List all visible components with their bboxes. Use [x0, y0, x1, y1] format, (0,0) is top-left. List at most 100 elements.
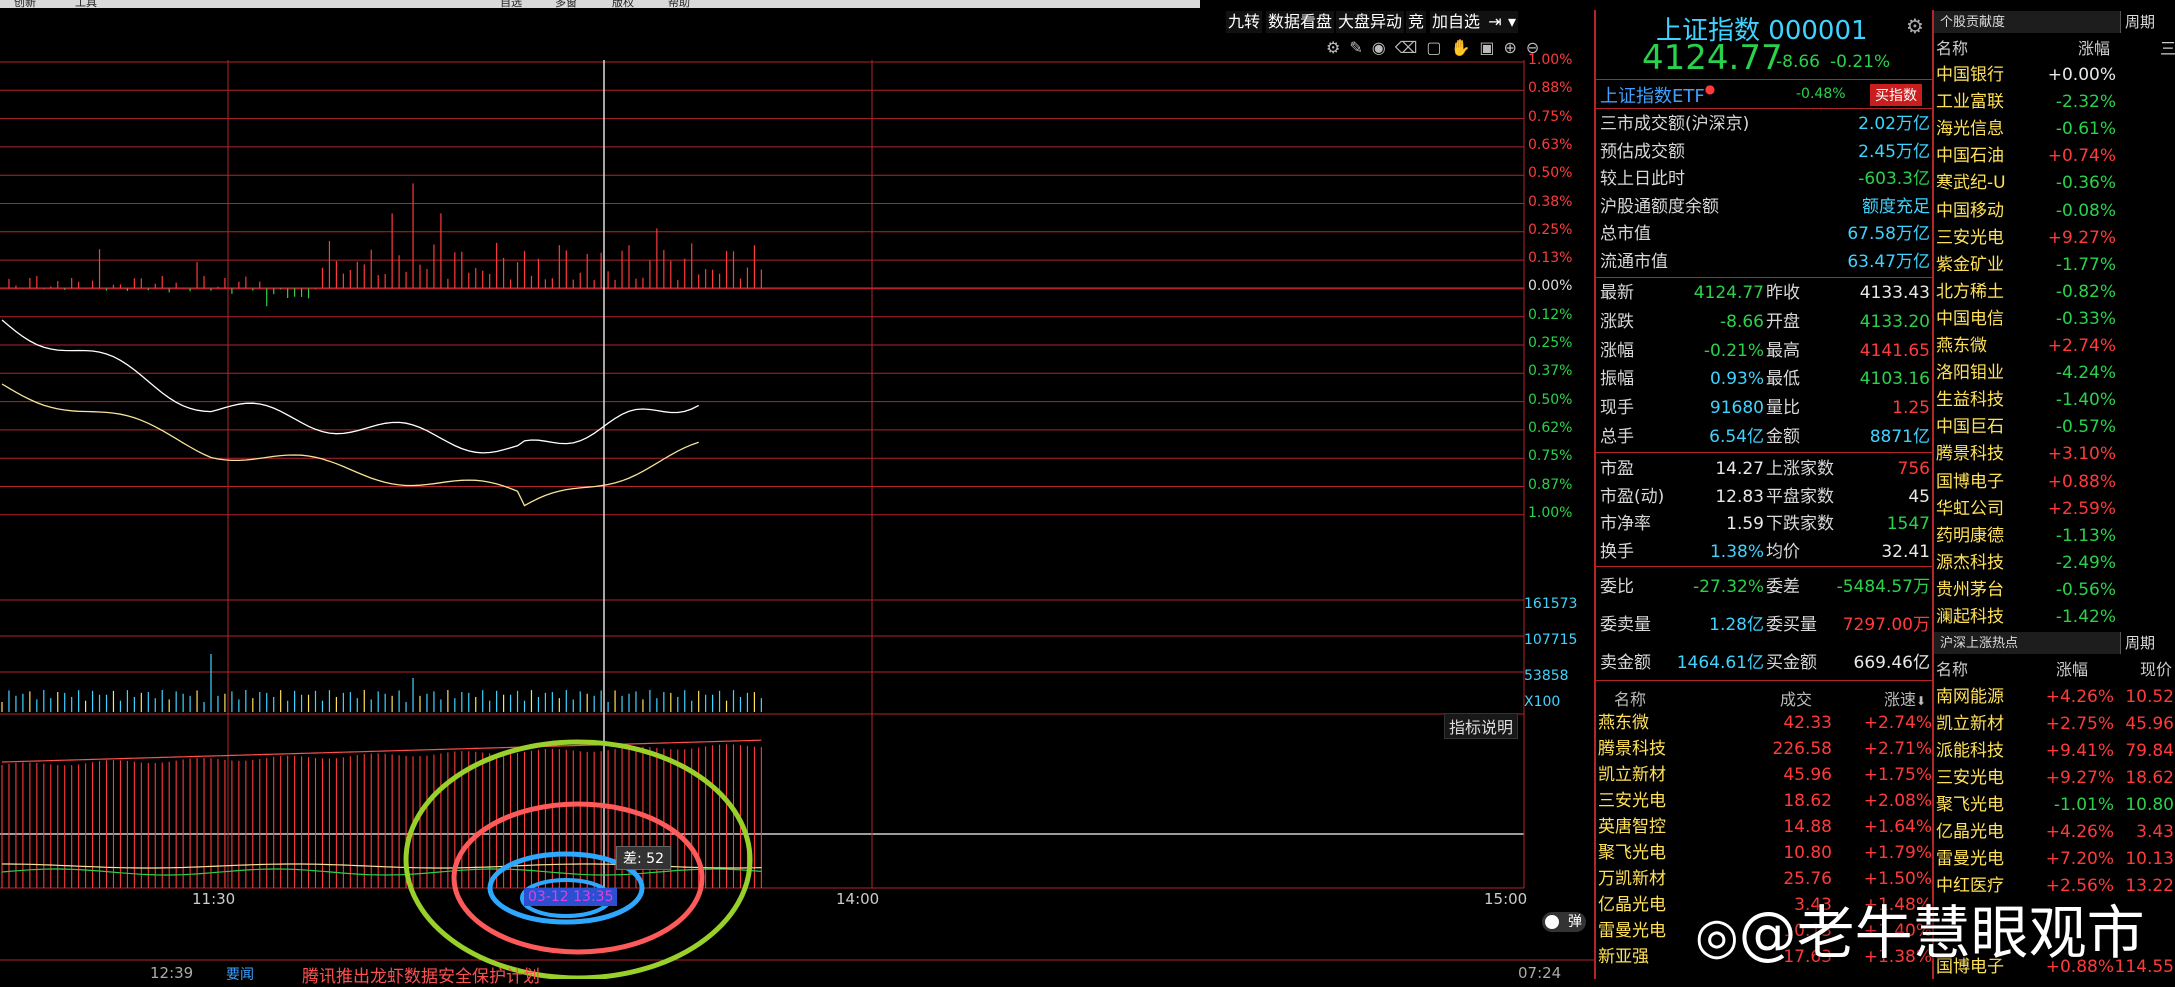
- gear-icon[interactable]: ⚙: [1906, 14, 1924, 38]
- contrib-header-pct[interactable]: 涨幅: [2078, 35, 2110, 59]
- contrib-pct: -0.82%: [2055, 281, 2116, 302]
- hot-header-pct[interactable]: 涨幅: [2056, 656, 2088, 680]
- hr: [1596, 108, 1934, 109]
- speed-list-name[interactable]: 腾景科技: [1598, 736, 1666, 763]
- contrib-name[interactable]: 燕东微: [1936, 333, 1987, 360]
- hot-name[interactable]: 凯立新材: [1936, 711, 2004, 738]
- speed-list-name[interactable]: 燕东微: [1598, 710, 1649, 737]
- contrib-name[interactable]: 洛阳钼业: [1936, 360, 2004, 387]
- contrib-header-3[interactable]: 三: [2160, 35, 2175, 59]
- contrib-pct: -1.42%: [2055, 607, 2116, 627]
- hot-name[interactable]: 三安光电: [1936, 765, 2004, 792]
- contrib-name[interactable]: 生益科技: [1936, 387, 2004, 414]
- stat-label: 最低: [1766, 369, 1800, 390]
- average-line: [1, 383, 699, 507]
- stat-label: 昨收: [1766, 283, 1800, 303]
- contrib-name[interactable]: 腾景科技: [1936, 441, 2004, 468]
- stat-value: 32.41: [1881, 541, 1930, 562]
- speed-list-pct: +1.75%: [1863, 765, 1932, 785]
- speed-list-name[interactable]: 三安光电: [1598, 788, 1666, 815]
- speed-list-price: 42.33: [1783, 713, 1832, 733]
- hot-period-tab[interactable]: 周期: [2120, 632, 2175, 654]
- diff-tooltip: 差: 52: [616, 846, 671, 870]
- volume-axis-unit: X100: [1524, 694, 1561, 710]
- hot-price: 18.62: [2125, 768, 2174, 788]
- stat-label: 振幅: [1600, 369, 1634, 390]
- contrib-pct: -0.36%: [2055, 173, 2116, 194]
- speed-list-name[interactable]: 聚飞光电: [1598, 840, 1666, 867]
- stat-label: 流通市值: [1600, 251, 1668, 272]
- speed-list-name[interactable]: 雷曼光电: [1598, 918, 1666, 945]
- hot-header-name[interactable]: 名称: [1936, 656, 1968, 680]
- contrib-name[interactable]: 澜起科技: [1936, 604, 2004, 631]
- speed-header-price[interactable]: 成交: [1780, 686, 1812, 710]
- popup-toggle[interactable]: 弹: [1542, 912, 1586, 932]
- contrib-pct: -1.13%: [2055, 525, 2116, 546]
- speed-header-speed[interactable]: 涨速⬇: [1884, 686, 1926, 710]
- hot-pct: +7.20%: [2045, 849, 2114, 869]
- hot-pct: -1.01%: [2053, 795, 2114, 815]
- speed-list-name[interactable]: 新亚强: [1598, 944, 1649, 971]
- stat-label: 换手: [1600, 541, 1634, 562]
- speed-list-name[interactable]: 凯立新材: [1598, 762, 1666, 789]
- stat-value: 4124.77: [1693, 283, 1764, 303]
- hot-price: 3.43: [2136, 822, 2174, 842]
- axis-tick-label: 0.63%: [1528, 136, 1573, 153]
- contrib-name[interactable]: 贵州茅台: [1936, 577, 2004, 604]
- index-price: 4124.77: [1642, 38, 1783, 78]
- contrib-name[interactable]: 北方稀土: [1936, 279, 2004, 306]
- hr: [1596, 566, 1934, 567]
- ticker-tag[interactable]: 要闻: [226, 964, 254, 984]
- stat-value: 12.83: [1715, 486, 1764, 507]
- contrib-name[interactable]: 华虹公司: [1936, 496, 2004, 523]
- speed-list-name[interactable]: 亿晶光电: [1598, 892, 1666, 919]
- hot-name[interactable]: 雷曼光电: [1936, 846, 2004, 873]
- axis-tick-label: 0.38%: [1528, 193, 1573, 210]
- speed-list-name[interactable]: 英唐智控: [1598, 814, 1666, 841]
- stat-label: 金额: [1766, 427, 1800, 447]
- hot-name[interactable]: 南网能源: [1936, 684, 2004, 711]
- hot-pct: +4.26%: [2045, 687, 2114, 707]
- ticker-news[interactable]: 腾讯推出龙虾数据安全保护计划: [302, 962, 540, 987]
- stat-value: 8871亿: [1869, 427, 1930, 447]
- contrib-name[interactable]: 源杰科技: [1936, 550, 2004, 577]
- contrib-name[interactable]: 中国电信: [1936, 306, 2004, 333]
- contrib-name[interactable]: 中国石油: [1936, 143, 2004, 170]
- contrib-name[interactable]: 中国移动: [1936, 198, 2004, 225]
- contrib-name[interactable]: 寒武纪-U: [1936, 170, 2006, 197]
- contrib-name[interactable]: 工业富联: [1936, 89, 2004, 116]
- stat-value: 0.93%: [1709, 369, 1764, 390]
- hot-name[interactable]: 聚飞光电: [1936, 792, 2004, 819]
- intraday-chart[interactable]: [0, 0, 1596, 979]
- contrib-name[interactable]: 中国银行: [1936, 62, 2004, 89]
- axis-tick-label: 0.37%: [1528, 363, 1573, 380]
- volume-axis-max: 161573: [1524, 596, 1578, 612]
- speed-header-name[interactable]: 名称: [1614, 686, 1646, 710]
- hot-header-price[interactable]: 现价: [2140, 656, 2172, 680]
- contrib-name[interactable]: 国博电子: [1936, 469, 2004, 496]
- stat-label: 委差: [1766, 577, 1800, 597]
- stat-value: 1.25: [1892, 398, 1930, 419]
- hot-name[interactable]: 亿晶光电: [1936, 819, 2004, 846]
- stat-value: -603.3亿: [1858, 169, 1930, 189]
- buy-index-button[interactable]: 买指数: [1870, 84, 1922, 106]
- contrib-pct: -2.49%: [2055, 552, 2116, 573]
- index-change: -8.66: [1776, 52, 1820, 72]
- contrib-period-tab[interactable]: 周期: [2120, 11, 2175, 33]
- contrib-header-name[interactable]: 名称: [1936, 35, 1968, 59]
- contrib-name[interactable]: 紫金矿业: [1936, 252, 2004, 279]
- contrib-pct: -1.40%: [2055, 390, 2116, 411]
- stat-label: 涨幅: [1600, 340, 1634, 361]
- stat-value: 45: [1908, 486, 1930, 507]
- speed-list-name[interactable]: 万凯新材: [1598, 866, 1666, 893]
- contrib-name[interactable]: 三安光电: [1936, 225, 2004, 252]
- stat-value: 1464.61亿: [1676, 653, 1764, 673]
- hot-name[interactable]: 派能科技: [1936, 738, 2004, 765]
- etf-link[interactable]: 上证指数ETF●: [1600, 82, 1715, 108]
- contrib-name[interactable]: 海光信息: [1936, 116, 2004, 143]
- indicator-help-button[interactable]: 指标说明: [1444, 713, 1519, 739]
- stat-label: 涨跌: [1600, 311, 1634, 332]
- contrib-name[interactable]: 药明康德: [1936, 523, 2004, 550]
- contrib-name[interactable]: 中国巨石: [1936, 414, 2004, 441]
- stat-label: 沪股通额度余额: [1600, 196, 1719, 217]
